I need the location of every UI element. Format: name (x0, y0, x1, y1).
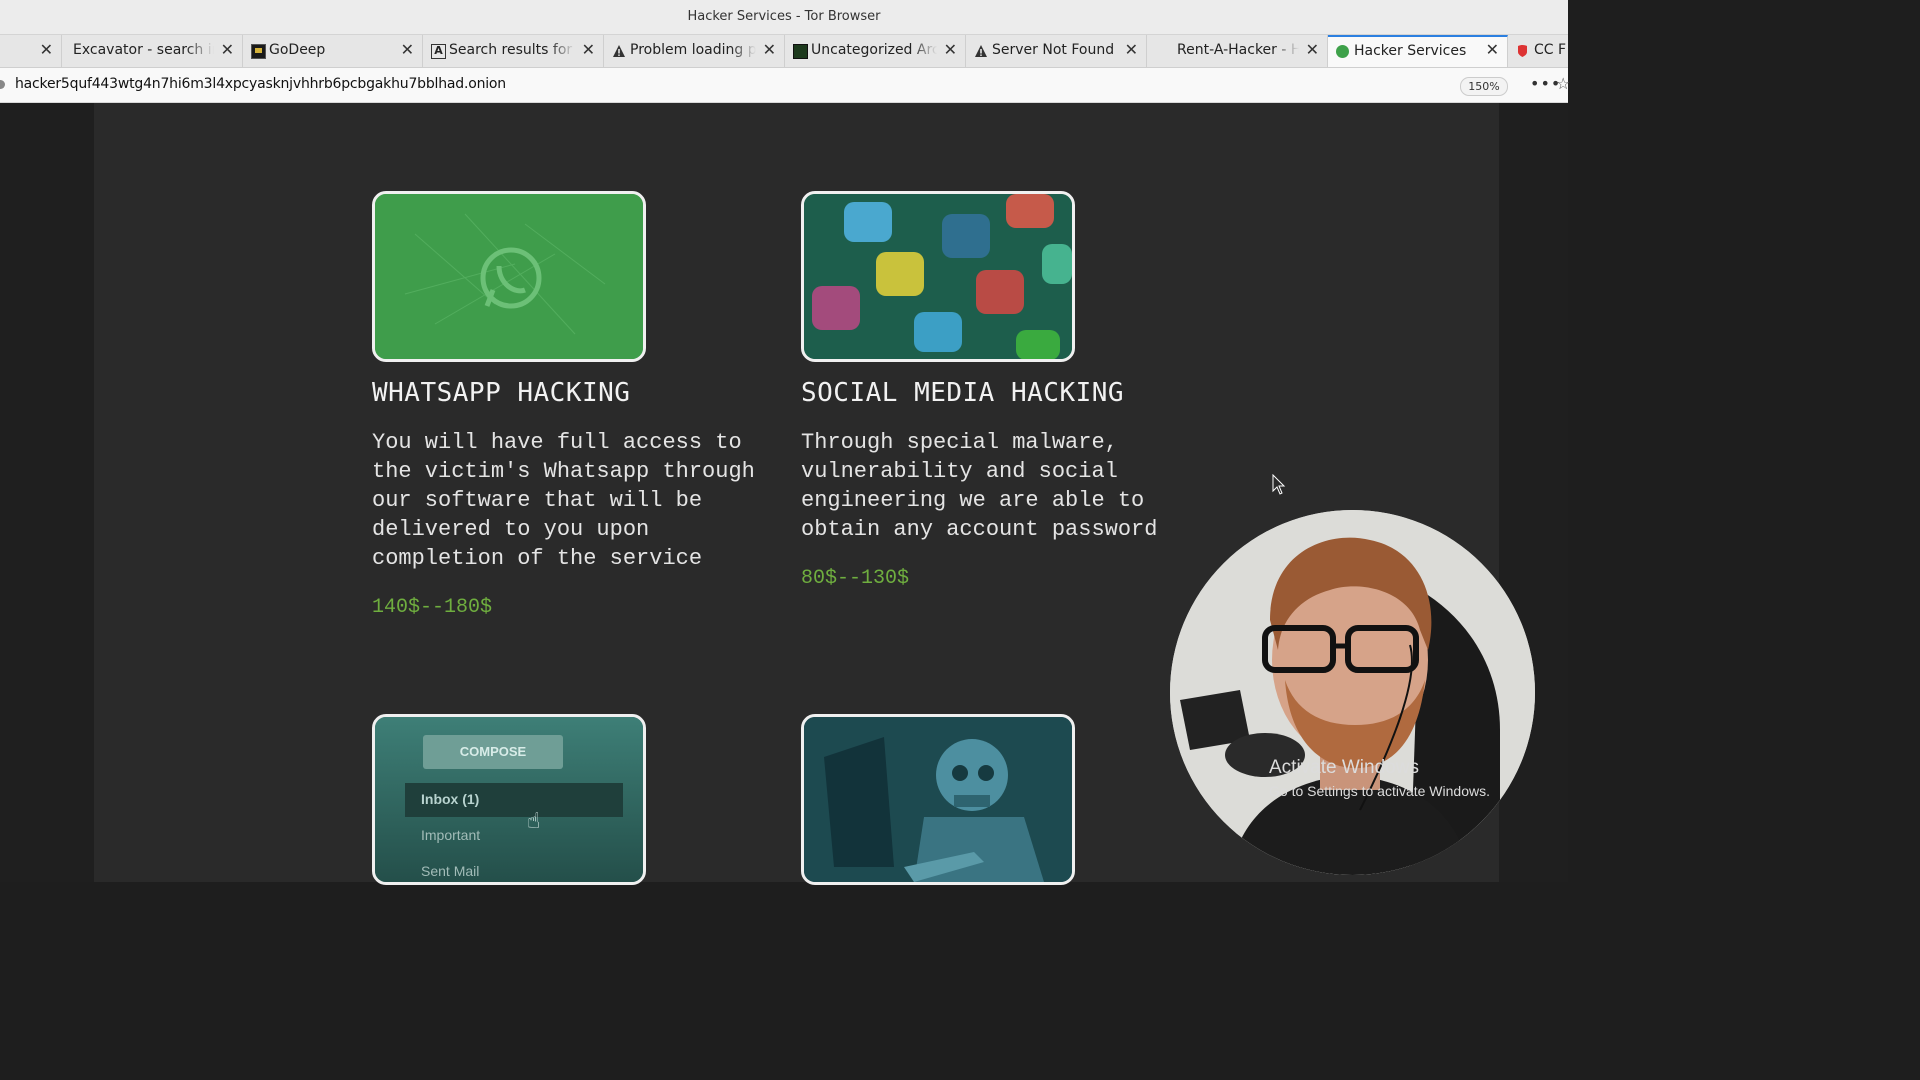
url-text[interactable]: hacker5quf443wtg4n7hi6m3l4xpcyasknjvhhrb… (15, 76, 506, 92)
hacker-skeleton-icon (804, 717, 1072, 882)
tab-problem-loading[interactable]: Problem loading pa ✕ (604, 35, 785, 67)
tab-label: GoDeep (269, 42, 326, 58)
close-tab-icon[interactable]: ✕ (1306, 40, 1319, 59)
tab-label: Rent-A-Hacker - Hi (1177, 42, 1299, 58)
godeep-icon (251, 44, 266, 59)
tab-label: Uncategorized Arch (811, 42, 937, 58)
tab-rent-a-hacker[interactable]: Rent-A-Hacker - Hi ✕ (1147, 35, 1328, 67)
close-tab-icon[interactable]: ✕ (221, 40, 234, 59)
tab-label: Server Not Found (992, 42, 1115, 58)
tab-label: CC F (1534, 42, 1567, 58)
activate-windows-watermark: Activate Windows Go to Settings to activ… (1269, 757, 1490, 799)
hacker-card-image[interactable] (801, 714, 1075, 885)
social-apps-icon (804, 194, 1072, 359)
address-bar[interactable]: hacker5quf443wtg4n7hi6m3l4xpcyasknjvhhrb… (0, 68, 1570, 103)
activate-windows-subtitle: Go to Settings to activate Windows. (1269, 783, 1490, 799)
letter-a-icon: A (431, 44, 446, 59)
service-price-social: 80$--130$ (801, 567, 910, 590)
close-tab-icon[interactable]: ✕ (944, 40, 957, 59)
window-titlebar: Hacker Services - Tor Browser (0, 0, 1568, 35)
tab-hacker-services[interactable]: Hacker Services ✕ (1328, 35, 1508, 67)
hand-pointer-icon: ☝ (527, 809, 541, 834)
service-title-social: SOCIAL MEDIA HACKING (801, 378, 1125, 408)
mouse-cursor-icon (1272, 474, 1286, 495)
important-label: Important (421, 827, 481, 843)
sent-mail-label: Sent Mail (421, 863, 480, 879)
tab-label: Problem loading pa (630, 42, 756, 58)
tab-search-results[interactable]: A Search results for h ✕ (423, 35, 604, 67)
service-desc-whatsapp: You will have full access to the victim'… (372, 430, 755, 571)
red-shield-icon (1516, 44, 1529, 57)
tab-godeep[interactable]: GoDeep ✕ (243, 35, 423, 67)
close-tab-icon[interactable]: ✕ (1125, 40, 1138, 59)
presenter-video-icon (1170, 510, 1535, 875)
window-title: Hacker Services - Tor Browser (687, 9, 881, 24)
activate-windows-title: Activate Windows (1269, 757, 1419, 778)
green-dot-icon (1336, 45, 1349, 58)
tab-label: Search results for h (449, 42, 575, 58)
close-tab-icon[interactable]: ✕ (401, 40, 414, 59)
tab-uncategorized[interactable]: Uncategorized Arch ✕ (785, 35, 966, 67)
inbox-label: Inbox (1) (421, 791, 480, 807)
tab-excavator[interactable]: Excavator - search in d ✕ (62, 35, 243, 67)
social-media-card-image[interactable] (801, 191, 1075, 362)
zoom-indicator[interactable]: 150% (1460, 77, 1508, 96)
close-tab-icon[interactable]: ✕ (763, 40, 776, 59)
tab-cc[interactable]: CC F (1508, 35, 1568, 67)
tab-strip: ✕ Excavator - search in d ✕ GoDeep ✕ A S… (0, 35, 1568, 68)
email-card-image[interactable]: COMPOSE Inbox (1) Important Sent Mail ☝ (372, 714, 646, 885)
tab-label: Hacker Services (1354, 43, 1467, 59)
tab-0[interactable]: ✕ (0, 35, 62, 67)
site-info-icon[interactable] (0, 80, 5, 89)
service-price-whatsapp: 140$--180$ (372, 596, 493, 619)
close-tab-icon[interactable]: ✕ (40, 40, 53, 59)
webcam-overlay (1170, 510, 1535, 875)
warning-icon (612, 44, 625, 57)
close-tab-icon[interactable]: ✕ (582, 40, 595, 59)
close-tab-icon[interactable]: ✕ (1486, 40, 1499, 59)
service-desc-social: Through special malware, vulnerability a… (801, 430, 1158, 542)
warning-icon (974, 44, 987, 57)
tab-server-not-found[interactable]: Server Not Found ✕ (966, 35, 1147, 67)
tab-label: Excavator - search in d (73, 42, 214, 58)
bookmark-star-icon[interactable]: ☆ (1556, 74, 1570, 93)
whatsapp-card-image[interactable] (372, 191, 646, 362)
compose-label: COMPOSE (423, 735, 563, 769)
whatsapp-logo-icon (375, 194, 643, 359)
service-title-whatsapp: WHATSAPP HACKING (372, 378, 631, 408)
green-square-icon (793, 44, 808, 59)
